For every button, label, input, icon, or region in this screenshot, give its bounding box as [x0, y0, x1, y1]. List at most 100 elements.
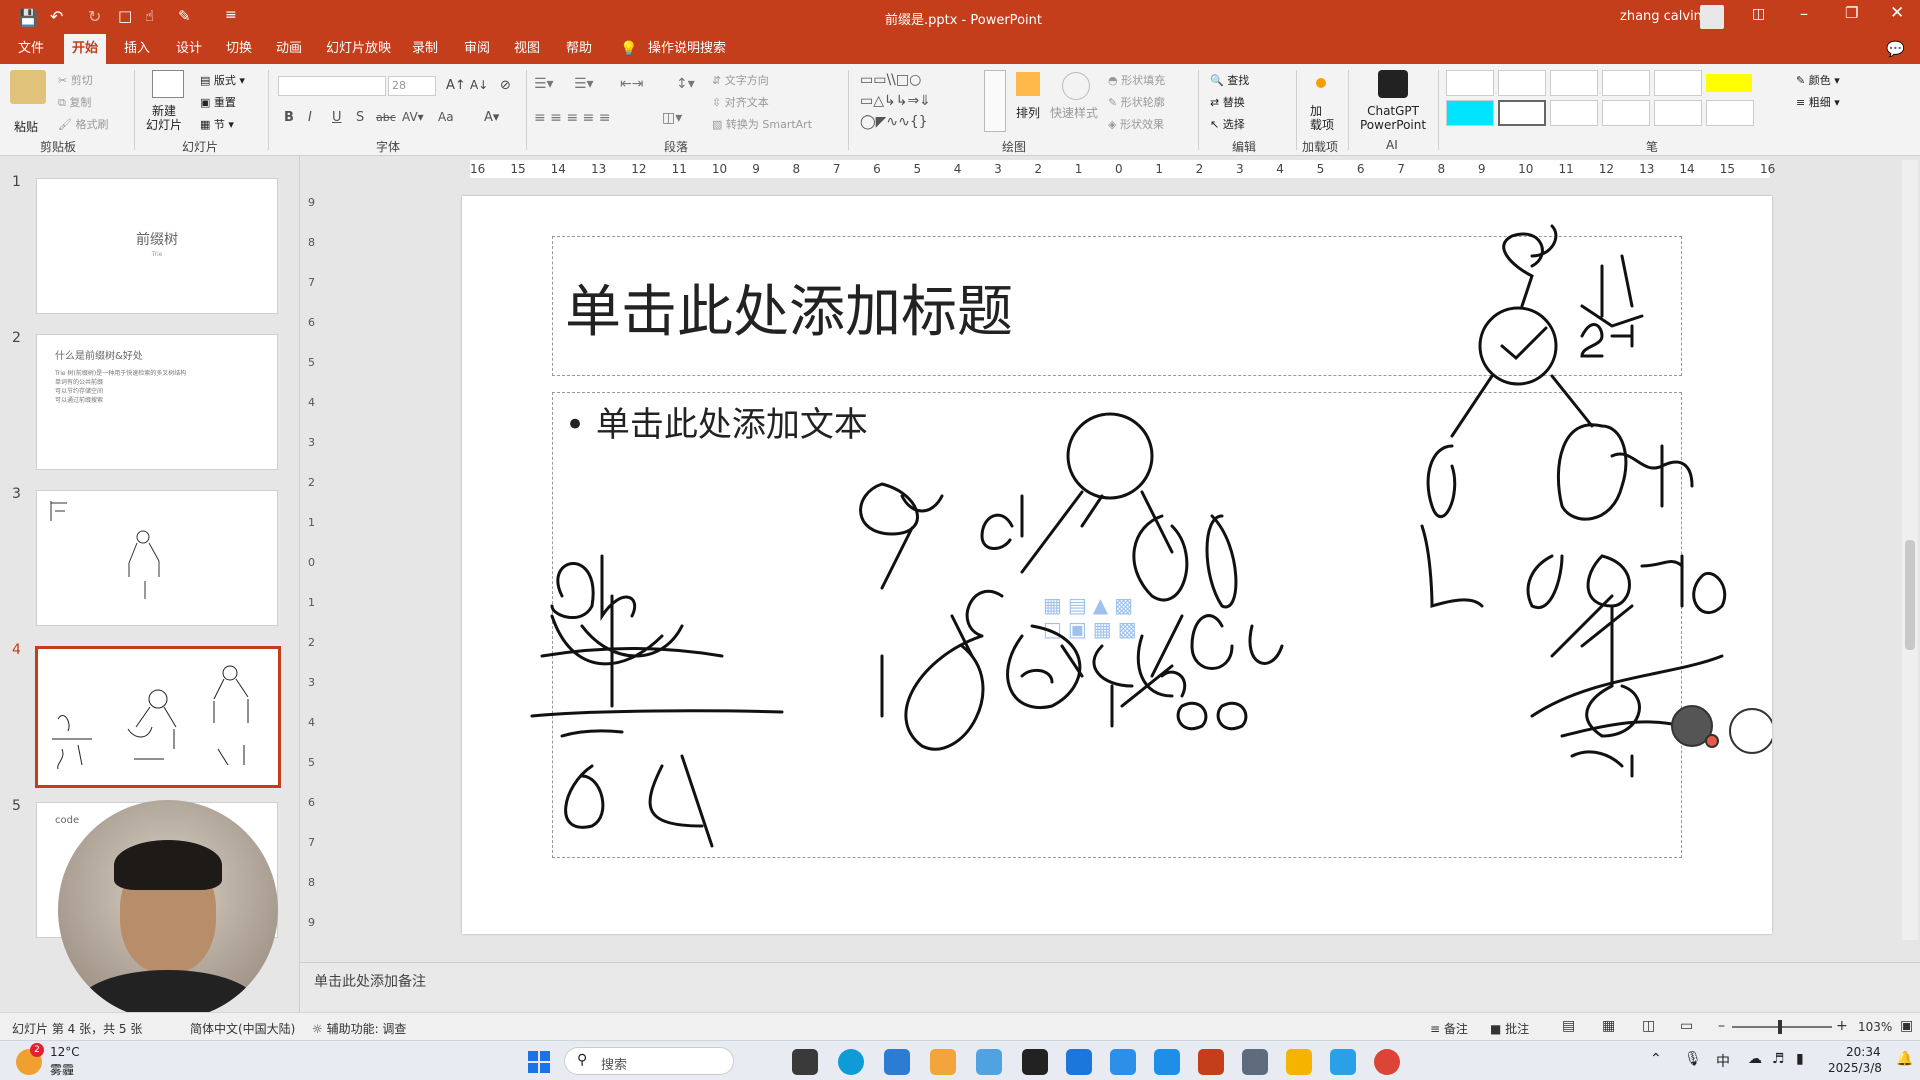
bullets-icon[interactable]: ☰▾ — [534, 76, 554, 92]
arrange-button[interactable]: 排列 — [1016, 104, 1040, 121]
zoom-slider[interactable] — [1732, 1020, 1832, 1034]
slide-thumbnail-4[interactable] — [35, 646, 281, 788]
customize-qat-icon[interactable]: ≡ — [225, 7, 237, 23]
app-icon[interactable] — [1286, 1049, 1312, 1075]
tab-file[interactable]: 文件 — [10, 34, 52, 64]
vertical-scrollbar[interactable] — [1902, 160, 1918, 940]
pen-black[interactable] — [1446, 70, 1494, 96]
tab-view[interactable]: 视图 — [506, 34, 548, 64]
shape-effects-button[interactable]: ◈ 形状效果 — [1108, 116, 1164, 132]
reading-view-icon[interactable]: ◫ — [1642, 1018, 1655, 1034]
battery-icon[interactable]: ▮ — [1796, 1051, 1804, 1067]
terminal-icon[interactable] — [1022, 1049, 1048, 1075]
user-name[interactable]: zhang calvin — [1620, 9, 1702, 24]
strikethrough-button[interactable]: abc — [376, 111, 396, 124]
avatar[interactable] — [1700, 5, 1724, 29]
columns-icon[interactable]: ◫▾ — [662, 110, 682, 126]
paste-icon[interactable] — [10, 70, 46, 104]
tab-record[interactable]: 录制 — [404, 34, 446, 64]
tab-slideshow[interactable]: 幻灯片放映 — [318, 34, 399, 64]
numbering-icon[interactable]: ☰▾ — [574, 76, 594, 92]
powerpoint-icon[interactable] — [1198, 1049, 1224, 1075]
align-icons[interactable]: ≡ ≡ ≡ ≡ ≡ — [534, 110, 610, 126]
tell-me-search[interactable]: 操作说明搜索 — [640, 34, 734, 64]
pen-color-button[interactable]: ✎ 颜色 ▾ — [1796, 72, 1840, 88]
accessibility-status[interactable]: ☼ 辅助功能: 调查 — [312, 1020, 406, 1037]
slide-thumbnail-2[interactable]: 什么是前缀树&好处 Trie 树(前缀树)是一种用于快速检索的多叉树结构 单词有… — [36, 334, 278, 470]
touch-mode-icon[interactable]: ☝ — [145, 7, 154, 25]
new-slide-icon[interactable] — [152, 70, 184, 98]
zoom-out-icon[interactable]: – — [1718, 1018, 1725, 1034]
app-icon[interactable] — [1066, 1049, 1092, 1075]
tab-review[interactable]: 审阅 — [456, 34, 498, 64]
section-button[interactable]: ▦ 节 ▾ — [200, 116, 234, 132]
slide-thumbnail-1[interactable]: 前缀树 Trie — [36, 178, 278, 314]
save-icon[interactable]: 💾 — [18, 8, 38, 27]
tab-help[interactable]: 帮助 — [558, 34, 600, 64]
tab-home[interactable]: 开始 — [64, 34, 107, 64]
addins-icon[interactable] — [1316, 78, 1326, 88]
vscode-icon[interactable] — [884, 1049, 910, 1075]
underline-button[interactable]: U — [332, 110, 342, 125]
volume-icon[interactable]: ♬ — [1772, 1051, 1785, 1067]
addins-button[interactable]: 加 载项 — [1310, 104, 1334, 132]
edge-icon[interactable] — [838, 1049, 864, 1075]
line-spacing-icon[interactable]: ↕▾ — [676, 76, 695, 92]
clear-format-icon[interactable]: ⊘ — [500, 78, 511, 93]
find-button[interactable]: 🔍 查找 — [1210, 72, 1249, 88]
change-case-button[interactable]: Aa — [438, 110, 454, 124]
settings-icon[interactable] — [1242, 1049, 1268, 1075]
pen-blue[interactable] — [1602, 70, 1650, 96]
quick-styles-icon[interactable] — [1062, 72, 1090, 100]
select-button[interactable]: ↖ 选择 — [1210, 116, 1245, 132]
italic-button[interactable]: I — [308, 110, 312, 125]
comments-icon[interactable]: 💬 — [1886, 40, 1905, 58]
shape-outline-button[interactable]: ✎ 形状轮廓 — [1108, 94, 1165, 110]
font-name-box[interactable] — [278, 76, 386, 96]
app-icon[interactable] — [976, 1049, 1002, 1075]
smartart-button[interactable]: ▧ 转换为 SmartArt — [712, 116, 812, 132]
close-icon[interactable]: ✕ — [1890, 3, 1904, 23]
format-painter-button[interactable]: 🖌 格式刷 — [58, 116, 108, 132]
reset-button[interactable]: ▣ 重置 — [200, 94, 236, 110]
shadow-button[interactable]: S — [356, 110, 364, 125]
chatgpt-icon[interactable] — [1378, 70, 1408, 98]
tray-overflow-icon[interactable]: ⌃ — [1650, 1051, 1662, 1067]
char-spacing-icon[interactable]: AV▾ — [402, 110, 424, 124]
highlighter-cyan[interactable] — [1446, 100, 1494, 126]
pen-gray[interactable] — [1550, 70, 1598, 96]
sorter-view-icon[interactable]: ▦ — [1602, 1018, 1615, 1034]
highlighter-yellow[interactable] — [1706, 74, 1752, 92]
minimize-icon[interactable]: – — [1800, 4, 1808, 23]
ime-icon[interactable]: 中 — [1716, 1051, 1730, 1071]
app-icon[interactable] — [930, 1049, 956, 1075]
shrink-font-icon[interactable]: A↓ — [470, 78, 488, 92]
app-icon[interactable] — [1110, 1049, 1136, 1075]
zoom-slider-thumb[interactable] — [1778, 1020, 1782, 1034]
taskbar-search[interactable]: ⚲ 搜索 — [564, 1047, 734, 1075]
zoom-in-icon[interactable]: + — [1836, 1018, 1848, 1034]
redo-icon[interactable]: ↻ — [88, 7, 101, 26]
pen-teal[interactable] — [1654, 100, 1702, 126]
indent-icon[interactable]: ⇤⇥ — [620, 76, 643, 92]
notification-icon[interactable]: 🔔 — [1896, 1051, 1913, 1067]
copy-button[interactable]: ⧉ 复制 — [58, 94, 91, 110]
undo-icon[interactable]: ↶ — [50, 7, 63, 26]
align-text-button[interactable]: ⇳ 对齐文本 — [712, 94, 769, 110]
slide-thumbnail-3[interactable] — [36, 490, 278, 626]
font-color-icon[interactable]: A▾ — [484, 110, 499, 125]
tab-design[interactable]: 设计 — [168, 34, 210, 64]
arrange-icon[interactable] — [1016, 72, 1040, 96]
weather-temp[interactable]: 12°C — [50, 1045, 80, 1059]
pen-red[interactable] — [1498, 70, 1546, 96]
shapes-scroll[interactable] — [984, 70, 1006, 132]
notes-pane[interactable]: 单击此处添加备注 — [300, 962, 1920, 1012]
pen-gallery[interactable] — [1446, 70, 1764, 134]
chrome-icon[interactable] — [1374, 1049, 1400, 1075]
grow-font-icon[interactable]: A↑ — [446, 78, 466, 93]
wifi-icon[interactable]: ☁ — [1748, 1051, 1762, 1067]
ribbon-display-icon[interactable]: ◫ — [1752, 6, 1765, 22]
layout-button[interactable]: ▤ 版式 ▾ — [200, 72, 245, 88]
present-icon[interactable]: □ — [118, 7, 132, 25]
bold-button[interactable]: B — [284, 110, 294, 125]
